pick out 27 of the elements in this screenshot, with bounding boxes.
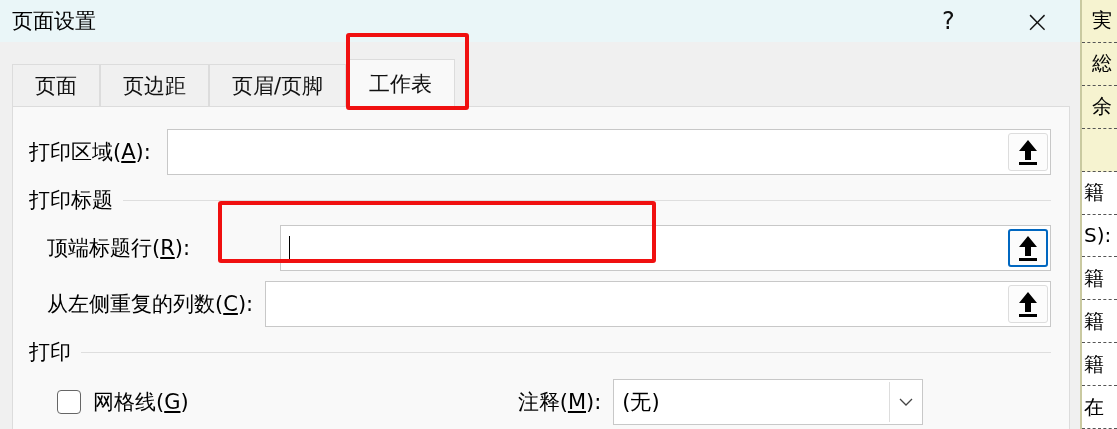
input-field[interactable] — [265, 281, 1051, 327]
field-label: 注释(M): — [517, 389, 602, 416]
sheet-cell — [1082, 128, 1117, 172]
sheet-cell: 実 — [1082, 0, 1117, 43]
sheet-cell: 余 — [1082, 85, 1117, 129]
input-field[interactable] — [166, 129, 1051, 175]
tab[interactable]: 页边距 — [100, 64, 209, 106]
dropdown[interactable]: (无) — [613, 379, 924, 425]
tab[interactable]: 页眉/页脚 — [209, 64, 347, 106]
chevron-down-icon — [899, 398, 914, 406]
field-label: 从左侧重复的列数(C): — [47, 291, 254, 318]
tab[interactable]: 页面 — [12, 64, 100, 106]
checkbox[interactable] — [57, 390, 81, 414]
up-arrow-icon — [1017, 138, 1039, 166]
section-heading: 打印 — [29, 339, 71, 366]
field-label: 打印区域(A): — [29, 139, 151, 166]
input-field[interactable] — [280, 225, 1051, 271]
close-button[interactable]: × — [1024, 3, 1050, 39]
help-button[interactable]: ? — [942, 7, 955, 35]
up-arrow-icon — [1017, 290, 1039, 318]
sheet-cell: 総 — [1082, 42, 1117, 86]
field-label: 顶端标题行(R): — [47, 235, 191, 262]
up-arrow-icon — [1017, 234, 1039, 262]
collapse-dialog-button[interactable] — [1008, 229, 1048, 267]
checkbox-label: 网格线(G) — [93, 389, 189, 416]
window-title: 页面设置 — [12, 8, 96, 35]
section-heading: 打印标题 — [29, 187, 113, 214]
